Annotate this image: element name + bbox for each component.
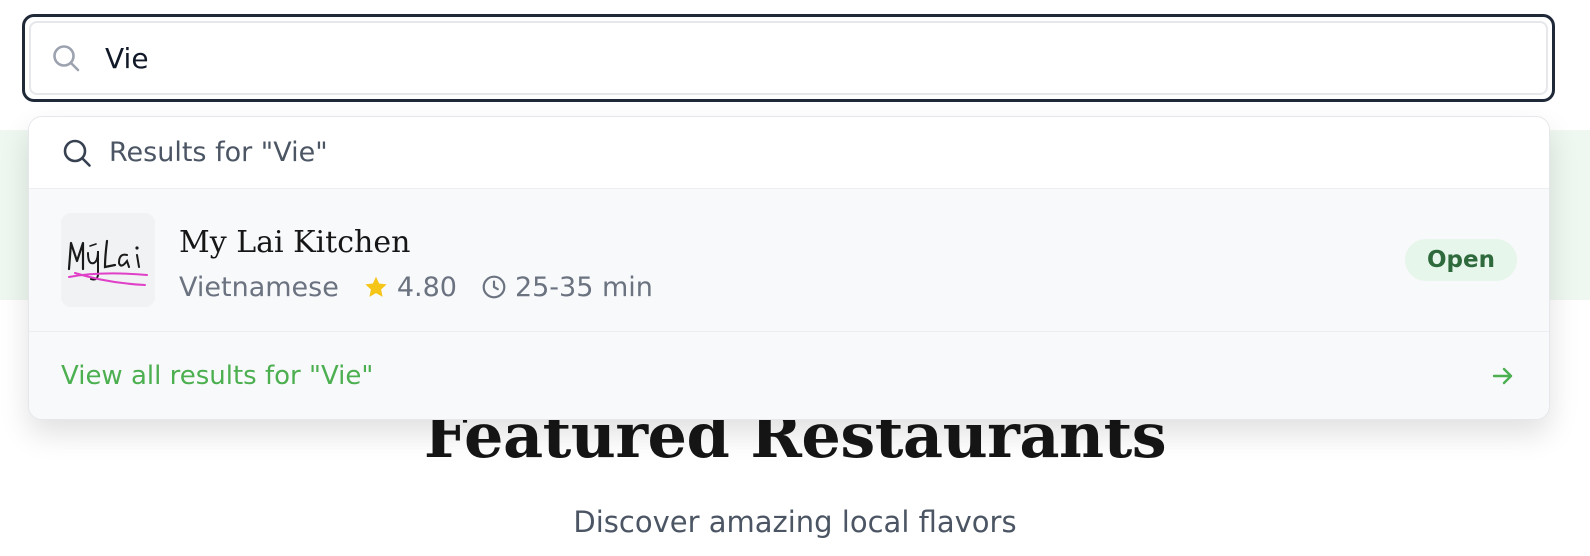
search-icon xyxy=(53,45,80,72)
status-badge: Open xyxy=(1405,239,1517,281)
search-input[interactable] xyxy=(105,33,1505,83)
star-icon xyxy=(365,276,387,297)
rating-value: 4.80 xyxy=(396,271,457,303)
featured-subtitle: Discover amazing local flavors xyxy=(573,505,1017,539)
delivery-time-value: 25-35 min xyxy=(514,271,653,303)
arrow-right-icon xyxy=(1492,367,1513,385)
search-bar[interactable] xyxy=(22,14,1555,102)
results-header[interactable]: Results for "Vie" xyxy=(29,117,1549,189)
restaurant-name: My Lai Kitchen xyxy=(179,225,411,260)
restaurant-delivery-time: 25-35 min xyxy=(481,272,653,303)
restaurant-rating: 4.80 xyxy=(363,272,457,303)
restaurant-cuisine: Vietnamese xyxy=(179,271,339,303)
search-icon xyxy=(63,139,91,167)
result-item[interactable]: My Lai Kitchen Vietnamese 4.80 25-35 min… xyxy=(29,189,1549,332)
results-header-label: Results for "Vie" xyxy=(109,137,328,168)
featured-section: Featured Restaurants Discover amazing lo… xyxy=(0,400,1590,540)
restaurant-meta: Vietnamese 4.80 25-35 min xyxy=(179,267,653,307)
search-results-dropdown: Results for "Vie" My Lai Kitchen Vietnam… xyxy=(28,116,1550,420)
view-all-label: View all results for "Vie" xyxy=(61,361,374,391)
restaurant-logo xyxy=(61,213,155,307)
clock-icon xyxy=(482,275,506,299)
view-all-results-link[interactable]: View all results for "Vie" xyxy=(29,332,1549,419)
